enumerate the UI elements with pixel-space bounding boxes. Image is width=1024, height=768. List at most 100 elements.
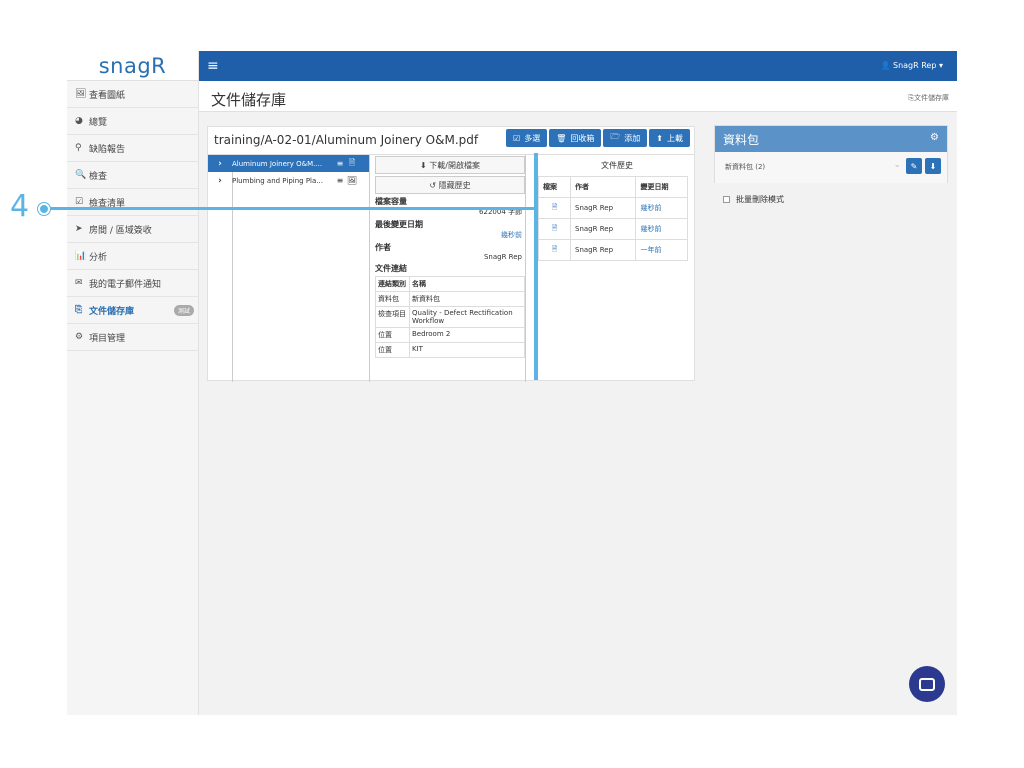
hamburger-menu-icon[interactable]: ≡ [207, 59, 219, 73]
chat-launcher-button[interactable] [909, 666, 945, 702]
package-panel: 資料包 ⚙ 新資料包 (2) ⌄ ✎ ⬇ [714, 125, 948, 183]
sidebar-item-defect-reports[interactable]: ⚲ 缺陷報告 [67, 135, 198, 162]
folder-icon: 🗁 [610, 132, 621, 141]
sidebar-item-label: 項目管理 [89, 333, 126, 344]
batch-delete-label: 批量刪除模式 [736, 195, 784, 204]
top-navbar: ≡ 👤 SnagR Rep ▾ [199, 51, 957, 81]
image-icon: 🖼 [75, 89, 87, 99]
upload-icon: ⬆ [656, 133, 663, 143]
batch-delete-toggle[interactable]: 批量刪除模式 [723, 194, 784, 205]
document-toolbar: ☑ 多選 🗑 回收箱 🗁 添加 ⬆ 上載 [506, 129, 690, 147]
file-row[interactable]: › Plumbing and Piping Pla... ≡ 🖼 [208, 172, 369, 189]
sidebar-item-overview[interactable]: ◕ 總覽 [67, 108, 198, 135]
table-header-row: 檔案 作者 變更日期 [537, 176, 688, 198]
history-date: 一年前 [635, 239, 688, 261]
recycle-bin-button[interactable]: 🗑 回收箱 [549, 129, 602, 147]
document-links-label: 文件連結 [375, 264, 407, 273]
pdf-file-icon[interactable]: 🗎 [537, 197, 572, 219]
table-row[interactable]: 位置 KIT [375, 342, 525, 358]
sidebar-item-room-signoff[interactable]: ➤ 房間 / 區域簽收 [67, 216, 198, 243]
callout-number: 4 [10, 189, 30, 224]
table-row: 🗎 SnagR Rep 一年前 [537, 239, 688, 261]
pdf-file-icon[interactable]: 🗎 [537, 218, 572, 240]
gear-icon[interactable]: ⚙ [930, 132, 939, 143]
document-panel: training/A-02-01/Aluminum Joinery O&M.pd… [207, 126, 695, 382]
batch-delete-checkbox[interactable] [723, 196, 730, 203]
pdf-file-icon: 🗎 [348, 157, 356, 167]
last-modified-value: 幾秒前 [501, 231, 522, 239]
snagr-logo[interactable]: snagR [67, 51, 198, 81]
sidebar-item-checklists[interactable]: ☑ 檢查清單 [67, 189, 198, 216]
hide-history-button[interactable]: ↺ 隱藏歷史 [375, 176, 525, 194]
chevron-right-icon[interactable]: › [208, 176, 232, 186]
app-window: snagR 🖼 查看圖紙 ◕ 總覽 ⚲ 缺陷報告 🔍 檢查 ☑ 檢查清單 ➤ 房間 / 區域… [67, 51, 957, 715]
link-name: Quality - Defect Rectification Workflow [409, 306, 525, 328]
user-menu[interactable]: 👤 SnagR Rep ▾ [881, 61, 944, 70]
document-path: training/A-02-01/Aluminum Joinery O&M.pd… [214, 133, 479, 147]
sidebar-item-analysis[interactable]: 📊 分析 [67, 243, 198, 270]
table-row[interactable]: 檢查項目 Quality - Defect Rectification Workf… [375, 306, 525, 328]
history-title: 文件歷史 [601, 161, 633, 170]
page-title: 文件儲存庫 [211, 91, 287, 109]
link-name: KIT [409, 342, 525, 358]
button-label: 添加 [624, 133, 641, 143]
multi-select-button[interactable]: ☑ 多選 [506, 129, 548, 147]
last-modified-label: 最後變更日期 [375, 220, 423, 229]
download-icon[interactable]: ⬇ [925, 158, 941, 174]
sidebar-item-label: 缺陷報告 [89, 144, 126, 155]
envelope-icon: ✉ [75, 278, 83, 288]
history-date: 幾秒前 [635, 218, 688, 240]
file-name: Plumbing and Piping Pla... [232, 176, 323, 185]
divider [232, 155, 233, 382]
table-row[interactable]: 位置 Bedroom 2 [375, 327, 525, 343]
sidebar: snagR 🖼 查看圖紙 ◕ 總覽 ⚲ 缺陷報告 🔍 檢查 ☑ 檢查清單 ➤ 房間 / 區域… [67, 51, 199, 715]
chat-icon [919, 677, 935, 691]
sidebar-item-label: 檢查 [89, 171, 108, 182]
page-header: 文件儲存庫 ⎘文件儲存庫 [199, 81, 957, 112]
sidebar-item-inspection[interactable]: 🔍 檢查 [67, 162, 198, 189]
callout-highlight-bar [534, 153, 538, 380]
upload-button[interactable]: ⬆ 上載 [649, 129, 690, 147]
download-open-button[interactable]: ⬇ 下載/開啟檔案 [375, 156, 525, 174]
pdf-file-icon[interactable]: 🗎 [537, 239, 572, 261]
dashboard-icon: ◕ [75, 116, 83, 126]
file-size-label: 檔案容量 [375, 197, 407, 206]
callout-line [48, 207, 535, 210]
file-name: Aluminum Joinery O&M.... [232, 159, 323, 168]
link-name: Bedroom 2 [409, 327, 525, 343]
menu-icon[interactable]: ≡ [334, 159, 346, 168]
sidebar-item-view-drawings[interactable]: 🖼 查看圖紙 [67, 81, 198, 108]
column-header: 檔案 [537, 176, 572, 198]
history-author: SnagR Rep [570, 218, 637, 240]
image-file-icon: 🖼 [346, 176, 358, 185]
search-icon: 🔍 [75, 170, 87, 180]
sidebar-item-email-notifications[interactable]: ✉ 我的電子郵件通知 [67, 270, 198, 297]
package-panel-header: 資料包 ⚙ [715, 126, 947, 152]
author-value: SnagR Rep [483, 253, 522, 261]
file-row-selected[interactable]: › Aluminum Joinery O&M.... ≡ 🗎 [208, 155, 369, 172]
table-row[interactable]: 資料包 新資料包 [375, 291, 525, 307]
checkbox-icon: ☑ [75, 197, 84, 207]
trash-icon: 🗑 [556, 133, 567, 143]
package-name: 新資料包 (2) [725, 163, 766, 171]
edit-icon[interactable]: ✎ [906, 158, 922, 174]
sidebar-item-label: 總覽 [89, 117, 108, 128]
menu-icon[interactable]: ≡ [334, 176, 346, 185]
gears-icon: ⚙ [75, 332, 84, 342]
sidebar-nav: 🖼 查看圖紙 ◕ 總覽 ⚲ 缺陷報告 🔍 檢查 ☑ 檢查清單 ➤ 房間 / 區域簽收 📊 分析… [67, 81, 198, 351]
sidebar-item-label: 查看圖紙 [89, 90, 126, 101]
sidebar-item-document-repository[interactable]: ⎘ 文件儲存庫 測試 [67, 297, 198, 324]
chevron-right-icon[interactable]: › [208, 159, 232, 169]
checkbox-icon: ☑ [513, 133, 521, 143]
link-type: 檢查項目 [375, 306, 410, 328]
package-row[interactable]: 新資料包 (2) ⌄ ✎ ⬇ [715, 152, 947, 183]
beta-badge: 測試 [173, 305, 194, 316]
sidebar-item-project-management[interactable]: ⚙ 項目管理 [67, 324, 198, 351]
map-pin-icon: ⚲ [75, 143, 82, 153]
sidebar-item-label: 分析 [89, 252, 108, 263]
link-type: 位置 [375, 327, 410, 343]
file-list: › Aluminum Joinery O&M.... ≡ 🗎 › Plumbin… [208, 155, 370, 382]
breadcrumb[interactable]: ⎘文件儲存庫 [908, 93, 949, 103]
add-button[interactable]: 🗁 添加 [603, 129, 648, 147]
chevron-down-icon[interactable]: ⌄ [893, 160, 901, 170]
